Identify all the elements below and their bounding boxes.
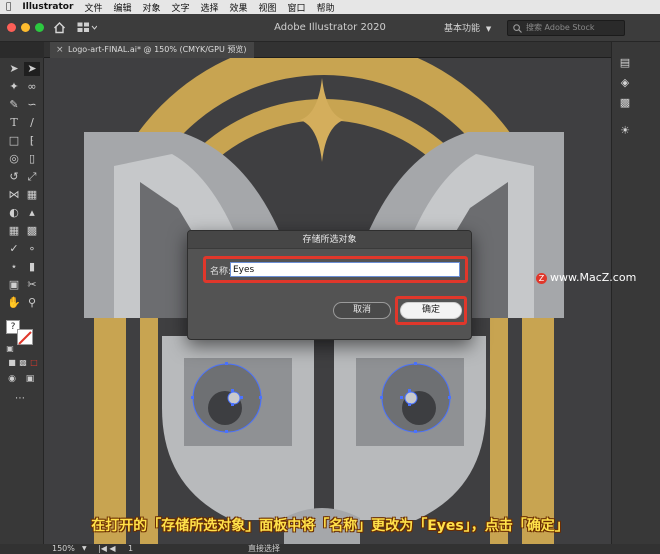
scale-tool-icon[interactable]: ⤢ xyxy=(24,170,40,184)
free-transform-tool-icon[interactable]: ▦ xyxy=(24,188,40,202)
shaper-tool-icon[interactable]: ◎ xyxy=(6,152,22,166)
symbol-sprayer-tool-icon[interactable]: ⋆ xyxy=(6,260,22,274)
mesh-tool-icon[interactable]: ▦ xyxy=(6,224,22,238)
libraries-panel-icon[interactable]: ▩ xyxy=(618,96,632,110)
pen-tool-icon[interactable]: ✎ xyxy=(6,98,22,112)
chevron-down-icon: ▼ xyxy=(485,25,492,33)
width-tool-icon[interactable]: ⋈ xyxy=(6,188,22,202)
menu-window[interactable]: 窗口 xyxy=(288,1,306,14)
app-bar: Adobe Illustrator 2020 基本功能 ▼ 搜索 Adobe S… xyxy=(0,14,660,42)
eraser-tool-icon[interactable]: ▯ xyxy=(24,152,40,166)
stroke-swatch[interactable] xyxy=(17,329,33,345)
artboard-tool-icon[interactable]: ▣ xyxy=(6,278,22,292)
search-placeholder: 搜索 Adobe Stock xyxy=(526,23,595,32)
slice-tool-icon[interactable]: ✂ xyxy=(24,278,40,292)
watermark-text: www.MacZ.com xyxy=(550,271,637,284)
cancel-button[interactable]: 取消 xyxy=(333,302,391,319)
type-tool-icon[interactable]: T xyxy=(6,116,22,130)
screen-mode-icon[interactable]: ▣ xyxy=(22,372,38,386)
menu-type[interactable]: 文字 xyxy=(171,1,189,14)
magic-wand-tool-icon[interactable]: ✦ xyxy=(6,80,22,94)
menu-effect[interactable]: 效果 xyxy=(230,1,248,14)
workspace-switcher[interactable]: 基本功能 ▼ xyxy=(444,21,491,34)
rectangle-tool-icon[interactable]: □ xyxy=(6,134,22,148)
eyedropper-tool-icon[interactable]: ✓ xyxy=(6,242,22,256)
dialog-title: 存储所选对象 xyxy=(188,231,471,249)
hand-tool-icon[interactable]: ✋ xyxy=(6,296,22,310)
blend-tool-icon[interactable]: ∘ xyxy=(24,242,40,256)
watermark-logo-icon: Z xyxy=(536,273,547,284)
tools-panel: ➤ ➤ ✦ ∞ ✎ ∽ T ∕ □ ⁅ ◎ ▯ ↺ ⤢ ⋈ ▦ ◐ ▴ ▦ ▩ … xyxy=(0,58,44,544)
draw-mode-icon[interactable]: ◉ xyxy=(4,372,20,386)
none-mode-icon[interactable]: □ xyxy=(26,356,42,370)
layers-panel-icon[interactable]: ◈ xyxy=(618,76,632,90)
menu-help[interactable]: 帮助 xyxy=(317,1,335,14)
lasso-tool-icon[interactable]: ∞ xyxy=(24,80,40,94)
direct-selection-tool-icon[interactable]: ➤ xyxy=(24,62,40,76)
close-window-button[interactable] xyxy=(7,23,16,32)
artboard-number[interactable]: 1 xyxy=(128,544,133,554)
gradient-tool-icon[interactable]: ▩ xyxy=(24,224,40,238)
properties-panel-icon[interactable]: ▤ xyxy=(618,56,632,70)
menu-select[interactable]: 选择 xyxy=(201,1,219,14)
minimize-window-button[interactable] xyxy=(21,23,30,32)
selection-tool-icon[interactable]: ➤ xyxy=(6,62,22,76)
menu-object[interactable]: 对象 xyxy=(142,1,160,14)
default-colors-icon[interactable]: ▣ xyxy=(2,342,18,356)
right-panel-dock: ▤ ◈ ▩ ☀ xyxy=(611,42,660,544)
ok-button-highlight xyxy=(395,296,467,325)
zoom-chevron-down-icon[interactable]: ▼ xyxy=(82,544,87,554)
column-graph-tool-icon[interactable]: ▮ xyxy=(24,260,40,274)
previous-artboard-icon[interactable]: |◀ ◀ xyxy=(98,544,116,554)
menu-file[interactable]: 文件 xyxy=(84,1,102,14)
rotate-tool-icon[interactable]: ↺ xyxy=(6,170,22,184)
menu-bar:  Illustrator 文件 编辑 对象 文字 选择 效果 视图 窗口 帮助 xyxy=(0,0,660,14)
stock-search-input[interactable]: 搜索 Adobe Stock xyxy=(507,20,625,36)
apple-icon[interactable]:  xyxy=(6,2,11,12)
save-selection-dialog: 存储所选对象 名称: 取消 确定 xyxy=(187,230,472,340)
document-tab-label: Logo-art-FINAL.ai* @ 150% (CMYK/GPU 预览) xyxy=(68,45,247,54)
menu-edit[interactable]: 编辑 xyxy=(113,1,131,14)
stroke-none-icon xyxy=(18,331,32,345)
paintbrush-tool-icon[interactable]: ⁅ xyxy=(24,134,40,148)
arrange-documents-icon[interactable] xyxy=(77,22,97,33)
status-bar: 150% ▼ |◀ ◀ 1 直接选择 xyxy=(0,544,660,554)
search-icon xyxy=(513,24,522,33)
document-tab[interactable]: × Logo-art-FINAL.ai* @ 150% (CMYK/GPU 预览… xyxy=(50,42,255,58)
shape-builder-tool-icon[interactable]: ◐ xyxy=(6,206,22,220)
zoom-window-button[interactable] xyxy=(35,23,44,32)
zoom-level[interactable]: 150% xyxy=(52,544,75,554)
zoom-tool-icon[interactable]: ⚲ xyxy=(24,296,40,310)
menu-view[interactable]: 视图 xyxy=(259,1,277,14)
perspective-grid-tool-icon[interactable]: ▴ xyxy=(24,206,40,220)
curvature-tool-icon[interactable]: ∽ xyxy=(24,98,40,112)
line-tool-icon[interactable]: ∕ xyxy=(24,116,40,130)
app-menu[interactable]: Illustrator xyxy=(22,2,73,12)
appearance-panel-icon[interactable]: ☀ xyxy=(618,124,632,138)
more-tools-icon[interactable]: ⋯ xyxy=(12,392,28,406)
close-tab-icon[interactable]: × xyxy=(56,42,64,58)
document-tab-bar: × Logo-art-FINAL.ai* @ 150% (CMYK/GPU 预览… xyxy=(44,42,611,58)
current-tool-name: 直接选择 xyxy=(248,544,280,553)
workspace-label: 基本功能 xyxy=(444,24,481,34)
watermark: Zwww.MacZ.com xyxy=(536,271,636,284)
fill-none-hint: ? xyxy=(10,322,16,332)
name-field-highlight xyxy=(203,256,468,283)
home-icon[interactable] xyxy=(53,21,66,34)
tutorial-caption: 在打开的「存储所选对象」面板中将「名称」更改为「Eyes」，点击「确定」 xyxy=(91,518,569,534)
